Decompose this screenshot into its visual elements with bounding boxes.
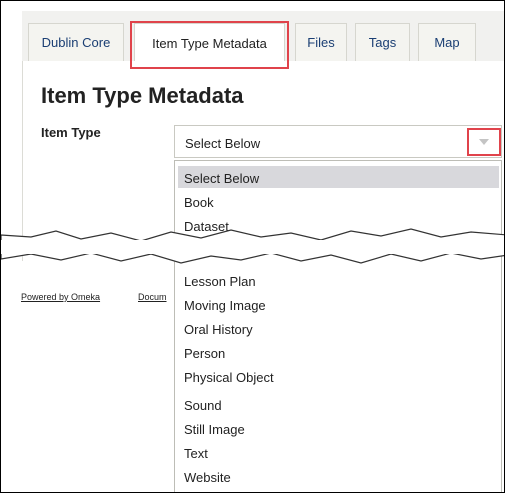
tab-label: Item Type Metadata (152, 36, 267, 51)
item-type-label: Item Type (41, 125, 101, 140)
torn-page-divider (1, 228, 504, 264)
tab-tags[interactable]: Tags (355, 23, 410, 61)
dropdown-option[interactable]: Still Image (184, 422, 245, 437)
tab-dublin-core[interactable]: Dublin Core (28, 23, 124, 61)
dropdown-option[interactable]: Website (184, 470, 231, 485)
tab-item-type-metadata[interactable]: Item Type Metadata (134, 23, 285, 63)
screenshot-frame: Dublin Core Item Type Metadata Files Tag… (0, 0, 505, 493)
page-title: Item Type Metadata (41, 83, 244, 108)
item-type-select[interactable]: Select Below (174, 125, 502, 158)
tab-label: Files (307, 35, 335, 50)
dropdown-option[interactable]: Sound (184, 398, 222, 413)
tab-label: Map (434, 35, 460, 50)
dropdown-option[interactable]: Book (184, 195, 214, 210)
documentation-link[interactable]: Docum (138, 292, 167, 302)
tab-label: Dublin Core (41, 35, 111, 50)
chevron-down-icon (479, 139, 489, 145)
dropdown-option[interactable]: Person (184, 346, 225, 361)
powered-by-omeka-link[interactable]: Powered by Omeka (21, 292, 100, 302)
tab-files[interactable]: Files (295, 23, 347, 61)
dropdown-option[interactable]: Select Below (184, 171, 259, 186)
tab-map[interactable]: Map (418, 23, 476, 61)
dropdown-option[interactable]: Text (184, 446, 208, 461)
dropdown-option[interactable]: Oral History (184, 322, 253, 337)
tab-label: Tags (368, 35, 397, 50)
select-value: Select Below (185, 136, 261, 151)
dropdown-option[interactable]: Moving Image (184, 298, 266, 313)
dropdown-option[interactable]: Lesson Plan (184, 274, 256, 289)
dropdown-option[interactable]: Physical Object (184, 370, 274, 385)
select-arrow-highlight[interactable] (467, 128, 501, 156)
